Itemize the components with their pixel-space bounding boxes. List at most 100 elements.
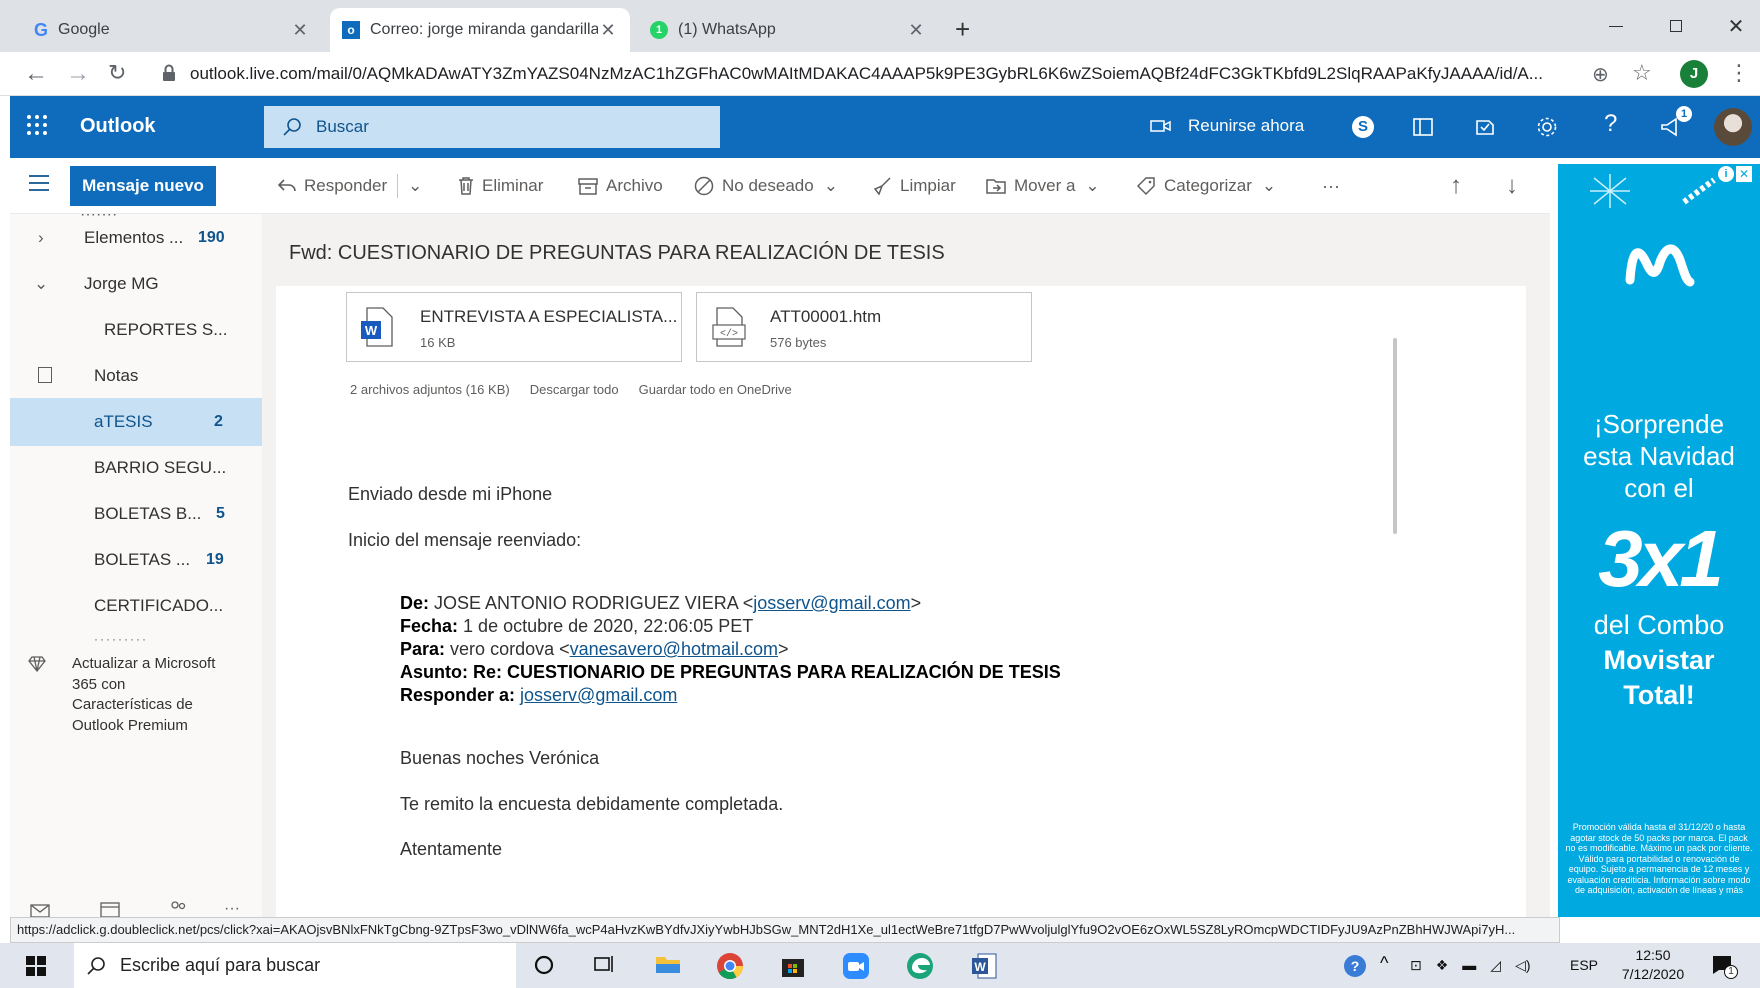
browser-menu-icon[interactable]: ⋮ [1728, 60, 1750, 86]
tab-whatsapp[interactable]: 1 (1) WhatsApp ✕ [638, 8, 938, 52]
attachment-card-docx[interactable]: W ENTREVISTA A ESPECIALISTA... 16 KB [346, 292, 682, 362]
new-tab-button[interactable]: + [955, 14, 970, 45]
taskbar-search[interactable]: Escribe aquí para buscar [74, 943, 516, 988]
folder-item-jorge-mg[interactable]: ⌄ Jorge MG [10, 260, 262, 308]
upgrade-m365-link[interactable]: Actualizar a Microsoft 365 con Caracterí… [10, 644, 262, 804]
whats-new-icon[interactable] [1474, 116, 1496, 138]
app-title: Outlook [80, 115, 156, 137]
clock-time: 12:50 [1635, 947, 1671, 963]
microsoft-store-icon[interactable] [780, 952, 810, 980]
ad-subline: del Combo Movistar Total! [1558, 608, 1760, 713]
calendar-icon[interactable] [100, 902, 120, 917]
settings-gear-icon[interactable] [1536, 116, 1558, 138]
svg-text:</>: </> [720, 328, 738, 340]
office-icon[interactable] [1412, 116, 1434, 138]
dropbox-icon[interactable]: ❖ [1436, 957, 1449, 974]
reply-to-email-link[interactable]: josserv@gmail.com [520, 685, 677, 705]
folder-item-boletas-b[interactable]: BOLETAS B... 5 [10, 490, 262, 538]
cortana-icon[interactable] [532, 952, 562, 980]
volume-icon[interactable]: ◁) [1515, 957, 1530, 974]
next-message-button[interactable]: ↓ [1506, 158, 1518, 214]
archive-button[interactable]: Archivo [578, 158, 663, 214]
folder-item-elementos[interactable]: › Elementos ... 190 [10, 214, 262, 262]
url-input[interactable]: outlook.live.com/mail/0/AQMkADAwATY3ZmYA… [190, 57, 1610, 91]
wifi-icon[interactable]: ◿ [1490, 957, 1501, 974]
chevron-down-icon[interactable]: ⌄ [408, 176, 422, 196]
categorize-button[interactable]: Categorizar ⌄ [1136, 158, 1276, 214]
junk-button[interactable]: No deseado ⌄ [694, 158, 838, 214]
help-icon[interactable]: ? [1604, 110, 1617, 138]
ad-fine-print: Promoción válida hasta el 31/12/20 o has… [1565, 822, 1753, 895]
advertisement-panel[interactable]: i ✕ ¡Sorprende esta Navidad con el 3x1 d… [1558, 164, 1760, 917]
ad-close-icon[interactable]: ✕ [1736, 166, 1752, 182]
folder-item-atesis[interactable]: aTESIS 2 [10, 398, 262, 446]
chrome-icon[interactable] [716, 952, 746, 980]
more-apps-icon[interactable]: ··· [224, 900, 240, 917]
search-placeholder: Buscar [316, 117, 369, 136]
user-avatar[interactable] [1714, 108, 1752, 146]
edge-icon[interactable] [906, 952, 936, 980]
attachment-card-htm[interactable]: </> ATT00001.htm 576 bytes [696, 292, 1032, 362]
tag-icon [1136, 176, 1164, 196]
tab-google[interactable]: G Google ✕ [22, 8, 322, 52]
previous-message-button[interactable]: ↑ [1450, 158, 1462, 214]
tab-title: Google [58, 21, 110, 38]
status-link-preview: https://adclick.g.doubleclick.net/pcs/cl… [10, 917, 1560, 943]
profile-avatar[interactable]: J [1680, 60, 1708, 88]
bookmark-star-icon[interactable]: ☆ [1632, 60, 1652, 86]
forward-button[interactable]: → [66, 60, 90, 88]
search-box[interactable]: Buscar [264, 106, 720, 148]
zoom-icon[interactable] [842, 952, 872, 980]
file-explorer-icon[interactable] [654, 952, 684, 980]
clock[interactable]: 12:50 7/12/2020 [1616, 946, 1690, 984]
more-actions-button[interactable]: ··· [1322, 158, 1340, 214]
scrollbar[interactable] [1388, 294, 1402, 914]
restore-button[interactable] [1646, 8, 1706, 44]
from-email-link[interactable]: josserv@gmail.com [753, 593, 910, 613]
scrollbar-thumb[interactable] [1393, 338, 1397, 534]
hamburger-menu-icon[interactable] [28, 174, 50, 192]
reply-button[interactable]: Responder ⌄ [278, 158, 422, 214]
ad-line: con el [1624, 473, 1694, 503]
download-all-link[interactable]: Descargar todo [530, 382, 619, 397]
save-onedrive-link[interactable]: Guardar todo en OneDrive [639, 382, 792, 397]
battery-icon[interactable]: ▬ [1462, 957, 1476, 974]
greeting-line: Buenas noches Verónica [400, 748, 600, 768]
folder-item-certificado[interactable]: CERTIFICADO... [10, 582, 262, 630]
people-icon[interactable] [168, 900, 188, 916]
close-tab-icon[interactable]: ✕ [906, 20, 926, 41]
close-window-button[interactable]: ✕ [1706, 8, 1760, 44]
close-tab-icon[interactable]: ✕ [598, 20, 618, 41]
attachment-size: 576 bytes [770, 335, 827, 350]
sweep-button[interactable]: Limpiar [872, 158, 956, 214]
folder-item-barrio[interactable]: BARRIO SEGU... [10, 444, 262, 492]
back-button[interactable]: ← [24, 60, 48, 88]
sweep-label: Limpiar [900, 176, 956, 195]
folder-item-notas[interactable]: Notas [10, 352, 262, 400]
language-indicator[interactable]: ESP [1570, 957, 1598, 973]
network-icon[interactable]: ⊡ [1410, 957, 1422, 974]
delete-button[interactable]: Eliminar [458, 158, 543, 214]
folder-item-boletas[interactable]: BOLETAS ... 19 [10, 536, 262, 584]
ad-line: Movistar [1603, 645, 1715, 675]
folder-item-reportes[interactable]: REPORTES S... [10, 306, 262, 354]
attachment-size: 16 KB [420, 335, 456, 350]
help-tray-icon[interactable]: ? [1344, 955, 1366, 977]
minimize-icon [1609, 25, 1623, 27]
install-app-icon[interactable]: ⊕ [1592, 62, 1609, 87]
new-message-button[interactable]: Mensaje nuevo [70, 166, 216, 206]
word-app-icon[interactable]: W [970, 952, 1000, 980]
skype-icon[interactable]: S [1352, 116, 1374, 138]
app-launcher-icon[interactable] [26, 114, 48, 136]
meet-now-button[interactable]: Reunirse ahora [1150, 116, 1304, 136]
to-email-link[interactable]: vanesavero@hotmail.com [570, 639, 778, 659]
reload-button[interactable]: ↻ [108, 60, 126, 86]
chevron-up-icon[interactable]: ^ [1380, 953, 1388, 974]
minimize-button[interactable] [1586, 8, 1646, 44]
windows-start-icon[interactable] [26, 956, 46, 976]
move-to-button[interactable]: Mover a ⌄ [986, 158, 1100, 214]
mail-icon[interactable] [30, 904, 50, 917]
tab-outlook[interactable]: o Correo: jorge miranda gandarilla ✕ [330, 8, 630, 52]
close-tab-icon[interactable]: ✕ [290, 20, 310, 41]
task-view-icon[interactable] [592, 952, 622, 980]
